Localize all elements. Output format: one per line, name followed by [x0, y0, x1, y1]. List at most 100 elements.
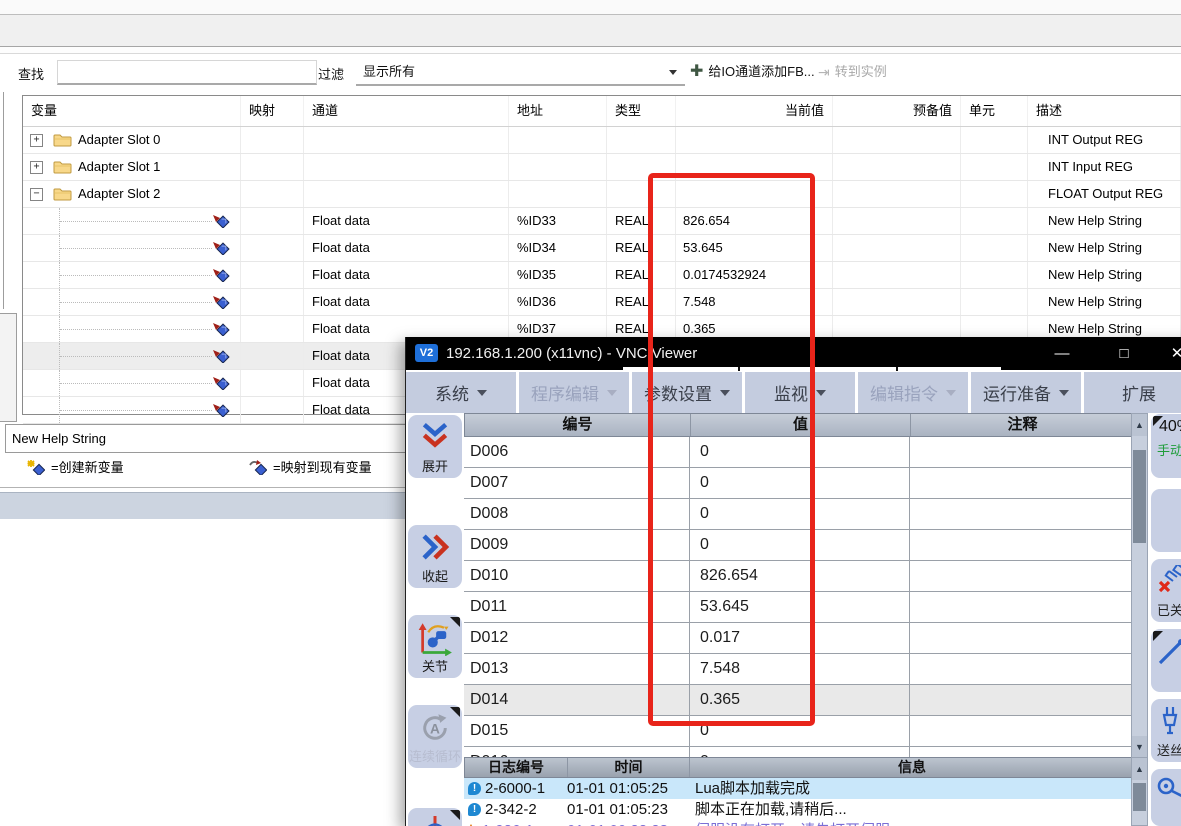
tree-line — [60, 275, 212, 276]
tree-node-label: Adapter Slot 0 — [78, 127, 160, 153]
current-value-cell[interactable] — [676, 127, 833, 153]
mapping-cell — [241, 370, 304, 396]
prepared-value-cell[interactable] — [833, 235, 961, 261]
scroll-down-icon[interactable]: ▼ — [1132, 736, 1147, 758]
register-comment-cell[interactable] — [910, 623, 1136, 653]
menu-item-label: 编辑指令 — [870, 380, 938, 405]
table-row[interactable]: Float data%ID33REAL826.654New Help Strin… — [23, 208, 1181, 235]
register-comment-cell[interactable] — [910, 561, 1136, 591]
right-button-slot3[interactable] — [1151, 629, 1181, 692]
prepared-value-cell[interactable] — [833, 208, 961, 234]
address-cell: %ID33 — [509, 208, 607, 234]
column-header: 注释 — [911, 414, 1135, 436]
unit-cell — [961, 181, 1028, 207]
register-comment-cell[interactable] — [910, 685, 1136, 715]
tree-line — [60, 221, 212, 222]
scrollbar-thumb[interactable] — [1133, 450, 1146, 543]
column-header: 时间 — [568, 758, 690, 777]
log-code: 2-6000-1 — [485, 778, 545, 799]
search-input[interactable] — [57, 60, 317, 85]
register-comment-cell[interactable] — [910, 468, 1136, 498]
tree-expander-icon[interactable]: − — [30, 188, 43, 201]
variable-cell: + Adapter Slot 0 — [23, 127, 241, 153]
tree-line — [60, 383, 212, 384]
menu-item-label: 运行准备 — [983, 380, 1051, 405]
right-button-送丝[interactable]: 送丝 — [1151, 699, 1181, 762]
scroll-up-icon[interactable]: ▲ — [1132, 758, 1147, 780]
register-comment-cell[interactable] — [910, 437, 1136, 467]
register-comment-cell[interactable] — [910, 654, 1136, 684]
goto-instance-button[interactable]: ⇥ 转到实例 — [818, 58, 887, 86]
description-cell: New Help String — [1028, 208, 1181, 234]
prepared-value-cell[interactable] — [833, 127, 961, 153]
add-fb-button[interactable]: ✚ 给IO通道添加FB... — [690, 58, 815, 86]
variable-cell — [23, 208, 241, 234]
channel-cell: Float data — [304, 289, 509, 315]
minimize-button[interactable]: — — [1046, 337, 1078, 370]
register-comment-cell[interactable] — [910, 499, 1136, 529]
variables-toolbar: 查找 过滤 显示所有 ✚ 给IO通道添加FB... ⇥ 转到实例 — [0, 54, 1181, 92]
prepared-value-cell[interactable] — [833, 289, 961, 315]
log-code-cell: !2-6000-1 — [464, 778, 567, 799]
menu-item-系统[interactable]: 系统 — [406, 372, 516, 413]
register-comment-cell[interactable] — [910, 592, 1136, 622]
collapsed-side-panel[interactable] — [0, 313, 17, 422]
table-row[interactable]: Float data%ID35REAL0.0174532924New Help … — [23, 262, 1181, 289]
prepared-value-cell[interactable] — [833, 181, 961, 207]
tree-expander-icon[interactable]: + — [30, 134, 43, 147]
address-cell: %ID35 — [509, 262, 607, 288]
table-row[interactable]: Float data%ID36REAL7.548New Help String — [23, 289, 1181, 316]
table-row[interactable]: Float data%ID34REAL53.645New Help String — [23, 235, 1181, 262]
table-row[interactable]: −Adapter Slot 2FLOAT Output REG — [23, 181, 1181, 208]
sidebar-button-连续循环[interactable]: A 连续循环 — [408, 705, 462, 768]
menu-item-程序编辑[interactable]: 程序编辑 — [519, 372, 629, 413]
table-row[interactable]: +Adapter Slot 0INT Output REG — [23, 127, 1181, 154]
log-scrollbar[interactable]: ▲ — [1131, 757, 1148, 826]
right-button-slot5[interactable] — [1151, 769, 1181, 826]
sidebar-button-收起[interactable]: 收起 — [408, 525, 462, 588]
variable-cell: −Adapter Slot 2 — [23, 181, 241, 207]
variable-cell — [23, 262, 241, 288]
button-label: 送丝 — [1157, 740, 1181, 759]
table-row[interactable]: +Adapter Slot 1INT Input REG — [23, 154, 1181, 181]
chevron-down-icon — [946, 390, 956, 396]
log-message-cell: 脚本正在加载,请稍后... — [689, 799, 1136, 820]
menu-item-扩展[interactable]: 扩展 — [1084, 372, 1181, 413]
unit-cell — [961, 154, 1028, 180]
sidebar-button-展开[interactable]: 展开 — [408, 415, 462, 478]
goto-instance-icon: ⇥ — [818, 58, 830, 86]
prepared-value-cell[interactable] — [833, 154, 961, 180]
unit-cell — [961, 235, 1028, 261]
prepared-value-cell[interactable] — [833, 262, 961, 288]
mapping-cell — [241, 343, 304, 369]
tree-line — [60, 329, 212, 330]
log-message-cell: 伺服没有打开，请先打开伺服 — [689, 820, 1136, 826]
scroll-up-icon[interactable]: ▲ — [1132, 414, 1147, 436]
log-row[interactable]: 1-926-101-01 00:22:23伺服没有打开，请先打开伺服 — [464, 820, 1136, 826]
filter-dropdown[interactable]: 显示所有 — [356, 60, 685, 86]
sidebar-button-关节[interactable]: 关节 — [408, 615, 462, 678]
mapping-cell — [241, 289, 304, 315]
maximize-button[interactable]: □ — [1108, 337, 1140, 370]
register-comment-cell[interactable] — [910, 716, 1136, 746]
log-code: 2-342-2 — [485, 799, 537, 820]
scrollbar-thumb[interactable] — [1133, 783, 1146, 811]
registers-scrollbar[interactable]: ▲ ▼ — [1131, 413, 1148, 757]
log-row[interactable]: !2-6000-101-01 01:05:25Lua脚本加载完成 — [464, 778, 1136, 799]
tree-expander-icon[interactable]: + — [30, 161, 43, 174]
right-button-40%[interactable]: 40%手动 — [1151, 414, 1181, 478]
folder-icon — [53, 133, 72, 147]
svg-text:A: A — [430, 722, 440, 737]
sidebar-button-label: 连续循环 — [408, 746, 462, 765]
sidebar-button-partial[interactable] — [408, 808, 462, 826]
folder-icon — [53, 160, 72, 174]
right-button-已关[interactable]: 已关 — [1151, 559, 1181, 622]
annotation-highlight-rectangle — [648, 173, 815, 726]
register-comment-cell[interactable] — [910, 530, 1136, 560]
menu-item-编辑指令[interactable]: 编辑指令 — [858, 372, 968, 413]
menu-item-运行准备[interactable]: 运行准备 — [971, 372, 1081, 413]
legend-label: =映射到现有变量 — [273, 457, 372, 476]
right-button-slot1[interactable] — [1151, 489, 1181, 552]
log-row[interactable]: !2-342-201-01 01:05:23脚本正在加载,请稍后... — [464, 799, 1136, 820]
close-button[interactable]: ✕ — [1161, 337, 1181, 370]
